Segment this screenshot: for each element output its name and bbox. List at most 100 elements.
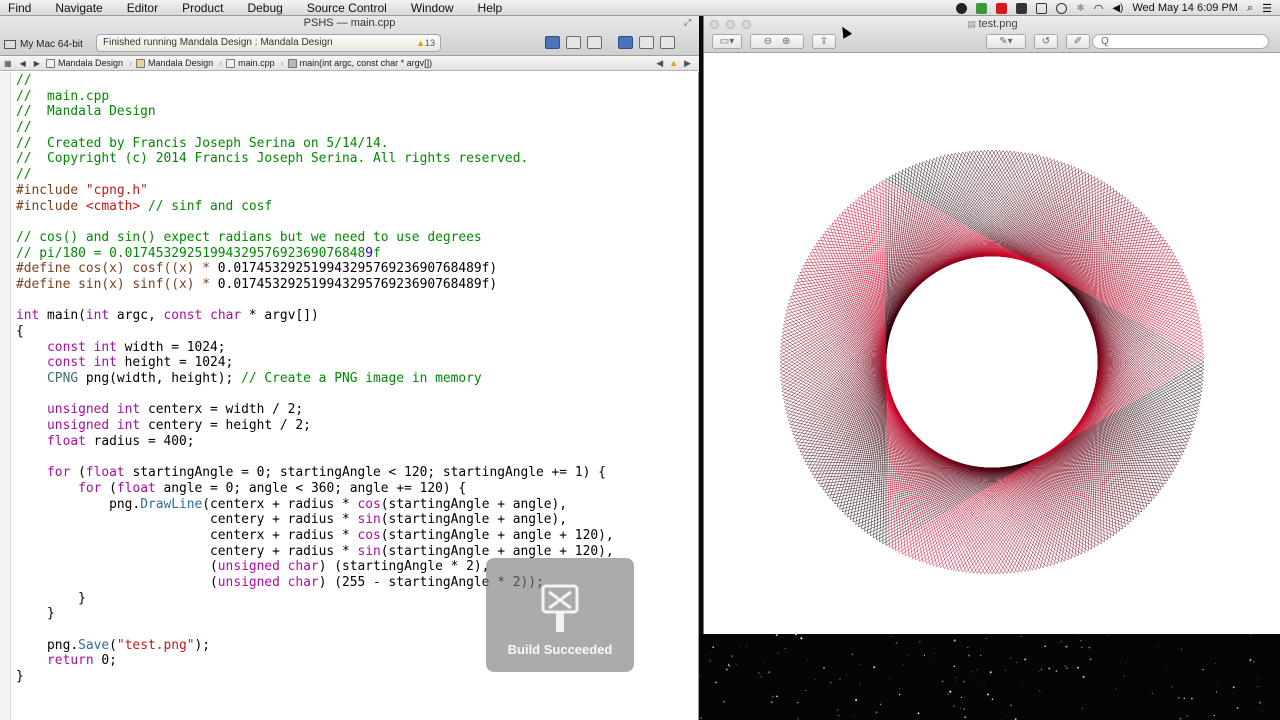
status-clipboard-icon[interactable] xyxy=(1036,2,1048,14)
menu-clock[interactable]: Wed May 14 6:09 PM xyxy=(1132,2,1238,14)
code-line[interactable]: centery + radius * sin(startingAngle + a… xyxy=(16,544,614,560)
cpp-file-icon xyxy=(226,58,236,68)
star xyxy=(797,701,799,704)
bluetooth-icon[interactable]: ✱ xyxy=(1076,3,1084,14)
star xyxy=(764,661,765,663)
code-line[interactable]: #define cos(x) cosf((x) * 0.017453292519… xyxy=(16,261,614,277)
edit-toolbar-button[interactable]: ✐ xyxy=(1066,34,1090,49)
menu-debug[interactable]: Debug xyxy=(234,0,293,16)
share-button[interactable]: ⇪ xyxy=(812,34,836,49)
scheme-selector[interactable]: My Mac 64-bit xyxy=(4,36,83,52)
navigator-toggle-button[interactable] xyxy=(618,36,633,49)
search-field[interactable]: Q xyxy=(1092,34,1269,49)
volume-icon[interactable]: ◀) xyxy=(1112,3,1123,14)
code-line[interactable]: // pi/180 = 0.01745329251994329576923690… xyxy=(16,246,614,262)
standard-editor-button[interactable] xyxy=(545,36,560,49)
zoom-out-icon[interactable]: ⊖ xyxy=(764,36,772,47)
menu-help[interactable]: Help xyxy=(465,0,514,16)
menu-product[interactable]: Product xyxy=(169,0,234,16)
code-line[interactable]: #include "cpng.h" xyxy=(16,183,614,199)
code-line[interactable]: const int width = 1024; xyxy=(16,340,614,356)
fullscreen-icon[interactable]: ⤢ xyxy=(684,18,693,27)
code-line[interactable]: // Copyright (c) 2014 Francis Joseph Ser… xyxy=(16,151,614,167)
menu-editor[interactable]: Editor xyxy=(114,0,169,16)
code-line[interactable]: for (float startingAngle = 0; startingAn… xyxy=(16,465,614,481)
code-line[interactable]: unsigned int centery = height / 2; xyxy=(16,418,614,434)
sidebar-view-button[interactable]: ▭▾ xyxy=(712,34,742,49)
notification-center-icon[interactable]: ☰ xyxy=(1262,2,1272,15)
status-app-icon[interactable] xyxy=(956,2,968,14)
star xyxy=(989,671,992,674)
code-line[interactable]: // Mandala Design xyxy=(16,104,614,120)
status-sync-icon[interactable] xyxy=(976,2,988,14)
code-line[interactable]: unsigned int centerx = width / 2; xyxy=(16,402,614,418)
status-timemachine-icon[interactable] xyxy=(1056,2,1068,14)
code-line[interactable]: // xyxy=(16,73,614,89)
breadcrumb-function[interactable]: main(int argc, const char * argv[]) xyxy=(286,58,437,68)
assistant-editor-button[interactable] xyxy=(566,36,581,49)
code-token: // xyxy=(16,73,32,88)
pen-icon: ✎▾ xyxy=(999,36,1013,47)
star xyxy=(1065,645,1068,648)
code-line[interactable]: CPNG png(width, height); // Create a PNG… xyxy=(16,371,614,387)
code-line[interactable]: // xyxy=(16,120,614,136)
menu-source-control[interactable]: Source Control xyxy=(294,0,398,16)
code-token: const xyxy=(163,308,203,324)
mandala-image xyxy=(779,149,1205,575)
code-line[interactable] xyxy=(16,214,614,230)
forward-icon[interactable]: ▶ xyxy=(34,59,40,68)
star xyxy=(964,716,967,719)
code-line[interactable]: #define sin(x) sinf((x) * 0.017453292519… xyxy=(16,277,614,293)
code-line[interactable]: int main(int argc, const char * argv[]) xyxy=(16,308,614,324)
code-token: const int xyxy=(47,355,117,371)
code-token: centery = height / 2; xyxy=(140,418,311,434)
code-line[interactable]: float radius = 400; xyxy=(16,434,614,450)
breadcrumb-file[interactable]: main.cpp xyxy=(224,58,279,68)
code-token: const int xyxy=(47,339,117,355)
related-items-icon[interactable]: ▦ xyxy=(4,59,12,68)
code-line[interactable]: // xyxy=(16,167,614,183)
star xyxy=(987,693,990,696)
debug-area-toggle-button[interactable] xyxy=(639,36,654,49)
code-line[interactable]: { xyxy=(16,324,614,340)
code-line[interactable] xyxy=(16,387,614,403)
spotlight-icon[interactable]: ⌕ xyxy=(1247,2,1253,15)
star xyxy=(1040,668,1043,670)
menu-window[interactable]: Window xyxy=(398,0,465,16)
next-issue-icon[interactable]: ▶ xyxy=(684,58,691,69)
source-editor[interactable]: //// main.cpp// Mandala Design//// Creat… xyxy=(0,72,699,720)
menu-find[interactable]: Find xyxy=(0,0,42,16)
back-icon[interactable]: ◀ xyxy=(20,59,26,68)
code-line[interactable] xyxy=(16,450,614,466)
code-line[interactable]: for (float angle = 0; angle < 360; angle… xyxy=(16,481,614,497)
editor-gutter[interactable] xyxy=(0,72,11,720)
code-line[interactable]: // Created by Francis Joseph Serina on 5… xyxy=(16,136,614,152)
rotate-button[interactable]: ↺ xyxy=(1034,34,1058,49)
code-line[interactable]: png.DrawLine(centerx + radius * cos(star… xyxy=(16,497,614,513)
code-line[interactable]: centery + radius * sin(startingAngle + a… xyxy=(16,512,614,528)
code-token: // Copyright (c) 2014 Francis Joseph Ser… xyxy=(16,151,529,167)
utilities-toggle-button[interactable] xyxy=(660,36,675,49)
star xyxy=(715,681,717,684)
menu-bar: Find Navigate Editor Product Debug Sourc… xyxy=(0,0,1280,16)
code-line[interactable]: // main.cpp xyxy=(16,89,614,105)
annotate-button[interactable]: ✎▾ xyxy=(986,34,1026,49)
status-camera-icon[interactable] xyxy=(1016,2,1028,14)
image-canvas[interactable] xyxy=(704,53,1280,634)
status-record-icon[interactable] xyxy=(996,2,1008,14)
warning-counter[interactable]: ▲13 xyxy=(416,35,435,51)
code-line[interactable] xyxy=(16,293,614,309)
menu-navigate[interactable]: Navigate xyxy=(42,0,113,16)
version-editor-button[interactable] xyxy=(587,36,602,49)
previous-issue-icon[interactable]: ◀ xyxy=(656,58,663,69)
zoom-controls: ⊖ ⊕ xyxy=(750,34,804,49)
zoom-in-icon[interactable]: ⊕ xyxy=(782,36,790,47)
breadcrumb-group[interactable]: Mandala Design xyxy=(134,58,217,68)
code-line[interactable]: // cos() and sin() expect radians but we… xyxy=(16,230,614,246)
wifi-icon[interactable]: ◠ xyxy=(1094,2,1104,15)
code-line[interactable]: const int height = 1024; xyxy=(16,355,614,371)
issue-warning-icon[interactable]: ▲ xyxy=(669,58,678,69)
code-line[interactable]: #include <cmath> // sinf and cosf xyxy=(16,199,614,215)
breadcrumb-project[interactable]: Mandala Design xyxy=(44,58,127,68)
code-line[interactable]: centerx + radius * cos(startingAngle + a… xyxy=(16,528,614,544)
